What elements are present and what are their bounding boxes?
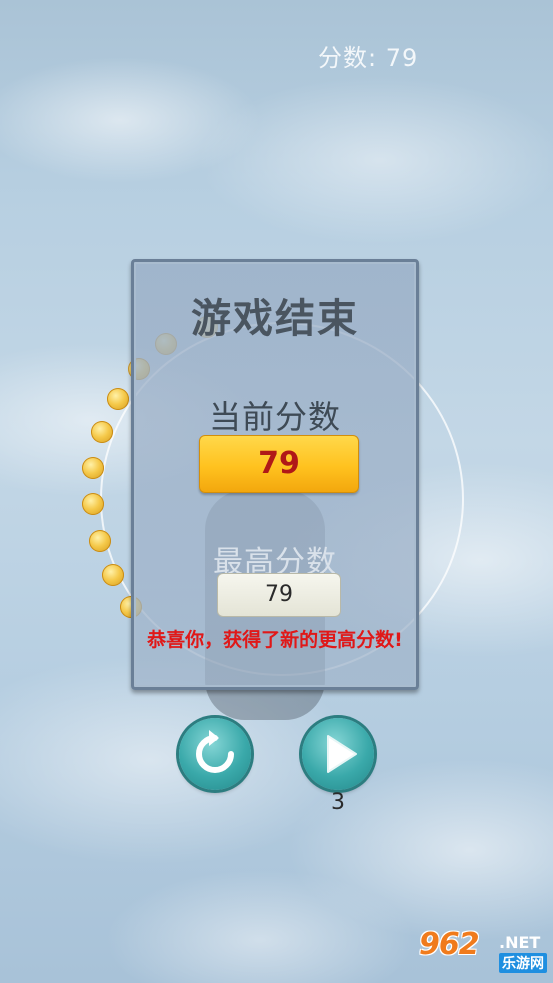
- watermark-net: .NET: [499, 933, 541, 952]
- new-record-message: 恭喜你，获得了新的更高分数!: [147, 629, 403, 651]
- play-icon: [327, 735, 357, 773]
- coin: [91, 421, 113, 443]
- score-hud: 分数: 79: [318, 44, 419, 72]
- coin: [107, 388, 129, 410]
- coin: [82, 457, 104, 479]
- coin: [89, 530, 111, 552]
- watermark-sub: 乐游网: [499, 953, 547, 973]
- coin: [102, 564, 124, 586]
- coin: [82, 493, 104, 515]
- current-score-value: 79: [199, 435, 359, 493]
- watermark-main: 962: [419, 927, 480, 962]
- continue-button[interactable]: [302, 718, 374, 790]
- watermark-logo: 962 .NET 乐游网: [419, 927, 549, 977]
- restart-icon: [196, 730, 234, 773]
- restart-button[interactable]: [179, 718, 251, 790]
- best-score-value: 79: [217, 573, 341, 617]
- game-over-title: 游戏结束: [191, 296, 359, 342]
- current-score-label: 当前分数: [208, 398, 341, 436]
- continue-count: 3: [331, 790, 345, 815]
